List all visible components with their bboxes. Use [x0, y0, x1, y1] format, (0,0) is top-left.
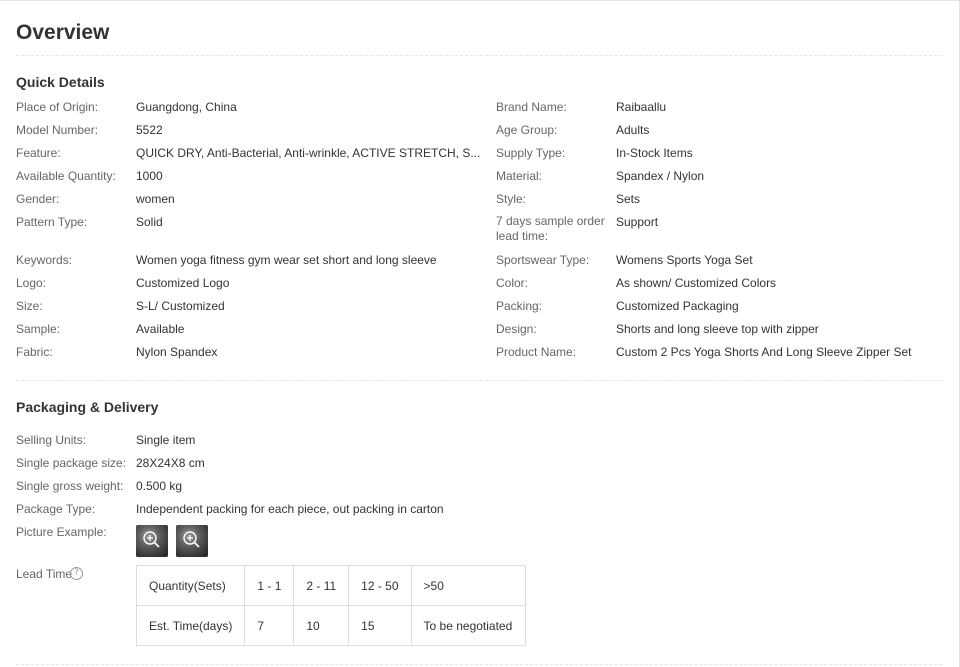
- packaging-label: Single gross weight:: [16, 479, 124, 493]
- detail-value: 5522: [136, 123, 163, 137]
- detail-value: Women yoga fitness gym wear set short an…: [136, 253, 437, 267]
- detail-label: Style:: [496, 192, 527, 206]
- detail-value: Available: [136, 322, 185, 336]
- table-row: Est. Time(days) 7 10 15 To be negotiated: [135, 605, 526, 646]
- detail-value: women: [136, 192, 175, 206]
- detail-label: Packing:: [496, 299, 543, 313]
- detail-label: Design:: [496, 322, 537, 336]
- table-cell: >50: [410, 565, 526, 606]
- detail-label: Pattern Type:: [16, 215, 88, 229]
- detail-label: 7 days sample order lead time:: [496, 214, 605, 243]
- detail-label: Material:: [496, 169, 543, 183]
- picture-thumbnail[interactable]: [136, 525, 168, 557]
- detail-value: Customized Logo: [136, 276, 230, 290]
- divider: [16, 664, 942, 665]
- table-header-cell: Est. Time(days): [135, 605, 246, 646]
- packaging-value: 0.500 kg: [136, 479, 183, 493]
- detail-value: S-L/ Customized: [136, 299, 225, 313]
- detail-value: Support: [616, 215, 659, 229]
- detail-label: Available Quantity:: [16, 169, 116, 183]
- page-title: Overview: [16, 21, 110, 44]
- table-header-cell: Quantity(Sets): [135, 565, 246, 606]
- packaging-value: Independent packing for each piece, out …: [136, 502, 444, 516]
- detail-value: Guangdong, China: [136, 100, 237, 114]
- packaging-label: Selling Units:: [16, 433, 87, 447]
- detail-label: Gender:: [16, 192, 60, 206]
- detail-value: Spandex / Nylon: [616, 169, 705, 183]
- zoom-in-icon: [143, 531, 160, 548]
- detail-label: Size:: [16, 299, 43, 313]
- detail-label: Feature:: [16, 146, 61, 160]
- detail-label: Brand Name:: [496, 100, 567, 114]
- detail-value: Solid: [136, 215, 163, 229]
- picture-example-label: Picture Example:: [16, 525, 107, 539]
- table-cell: 10: [293, 605, 350, 646]
- detail-label: Model Number:: [16, 123, 99, 137]
- divider: [16, 55, 942, 56]
- detail-label: Age Group:: [496, 123, 558, 137]
- detail-value: Womens Sports Yoga Set: [616, 253, 753, 267]
- packaging-value: Single item: [136, 433, 196, 447]
- detail-value: Raibaallu: [616, 100, 667, 114]
- help-icon[interactable]: ?: [70, 567, 83, 580]
- lead-time-label: Lead Time: [16, 567, 73, 581]
- table-cell: 2 - 11: [293, 565, 350, 606]
- section-title-packaging: Packaging & Delivery: [16, 399, 159, 415]
- detail-label: Sportswear Type:: [496, 253, 590, 267]
- table-cell: 15: [348, 605, 412, 646]
- table-cell: 7: [244, 605, 295, 646]
- picture-thumbnail[interactable]: [176, 525, 208, 557]
- table-cell: 12 - 50: [348, 565, 412, 606]
- detail-label: Supply Type:: [496, 146, 566, 160]
- packaging-label: Single package size:: [16, 456, 127, 470]
- lead-time-table: Quantity(Sets) 1 - 1 2 - 11 12 - 50 >50 …: [135, 565, 526, 646]
- detail-value: Sets: [616, 192, 641, 206]
- detail-value: Shorts and long sleeve top with zipper: [616, 322, 819, 336]
- detail-label: Logo:: [16, 276, 47, 290]
- detail-label: Sample:: [16, 322, 61, 336]
- packaging-label: Package Type:: [16, 502, 96, 516]
- detail-value: Customized Packaging: [616, 299, 739, 313]
- detail-label: Product Name:: [496, 345, 577, 359]
- table-cell: 1 - 1: [244, 565, 295, 606]
- detail-label: Keywords:: [16, 253, 73, 267]
- detail-value: Nylon Spandex: [136, 345, 218, 359]
- zoom-in-icon: [183, 531, 200, 548]
- divider: [16, 380, 942, 381]
- detail-value: Custom 2 Pcs Yoga Shorts And Long Sleeve…: [616, 345, 912, 359]
- detail-label: Color:: [496, 276, 529, 290]
- detail-value: In-Stock Items: [616, 146, 693, 160]
- detail-value: 1000: [136, 169, 163, 183]
- packaging-value: 28X24X8 cm: [136, 456, 205, 470]
- detail-label: Place of Origin:: [16, 100, 99, 114]
- section-title-quick-details: Quick Details: [16, 74, 105, 90]
- detail-value: QUICK DRY, Anti-Bacterial, Anti-wrinkle,…: [136, 146, 481, 160]
- detail-value: As shown/ Customized Colors: [616, 276, 777, 290]
- table-cell: To be negotiated: [410, 605, 526, 646]
- detail-value: Adults: [616, 123, 650, 137]
- detail-label: Fabric:: [16, 345, 53, 359]
- table-row: Quantity(Sets) 1 - 1 2 - 11 12 - 50 >50: [135, 565, 526, 606]
